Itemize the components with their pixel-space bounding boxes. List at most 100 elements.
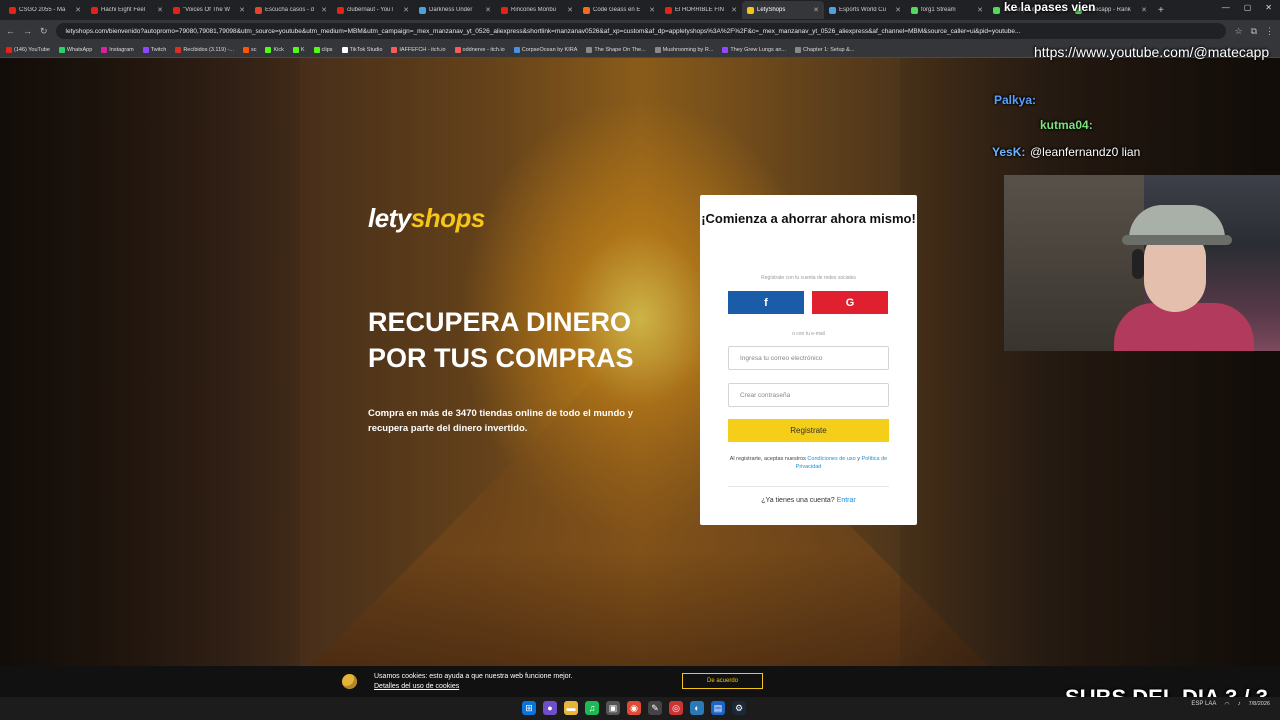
browser-tab[interactable]: clubernaut - YouT ✕ — [332, 1, 414, 19]
chat-user: kutma04: — [1040, 118, 1093, 132]
steam-icon[interactable]: ⚙ — [732, 701, 746, 715]
bookmark-favicon-icon — [242, 46, 249, 53]
tab-close-icon[interactable]: ✕ — [485, 6, 491, 14]
letyshops-logo[interactable]: letyshops — [368, 203, 485, 234]
back-icon[interactable]: ← — [6, 26, 15, 36]
tab-close-icon[interactable]: ✕ — [239, 6, 245, 14]
tab-close-icon[interactable]: ✕ — [813, 6, 819, 14]
browser-tab[interactable]: Hachi Eight Feel ✕ — [86, 1, 168, 19]
app-icon[interactable]: ▣ — [606, 701, 620, 715]
chat-app-icon[interactable]: ● — [543, 701, 557, 715]
browser-tab[interactable]: forg1 Stream ✕ — [906, 1, 988, 19]
cookie-icon — [342, 674, 357, 689]
tab-favicon-icon — [501, 6, 508, 14]
app-icon[interactable]: ✎ — [648, 701, 662, 715]
browser-tab[interactable]: Rincones Moribu ✕ — [496, 1, 578, 19]
bookmark-item[interactable]: TikTok Studio — [341, 46, 382, 53]
browser-tab[interactable]: "Voices Of The W ✕ — [168, 1, 250, 19]
hero-subline: Compra en más de 3470 tiendas online de … — [368, 408, 634, 434]
browser-tab[interactable]: Code Geass en E ✕ — [578, 1, 660, 19]
chat-user: Palkya: — [994, 93, 1037, 107]
bookmark-item[interactable]: Mushrooming by R... — [654, 46, 713, 53]
tab-close-icon[interactable]: ✕ — [75, 6, 81, 14]
tab-close-icon[interactable]: ✕ — [321, 6, 327, 14]
browser-tab[interactable]: El HORRIBLE FIN ✕ — [660, 1, 742, 19]
browser-tab[interactable]: Darkness Under ✕ — [414, 1, 496, 19]
bookmark-item[interactable]: They Grew Lungs an... — [722, 46, 786, 53]
social-note: Regístrate con tu cuenta de redes social… — [761, 275, 856, 281]
browser-tab[interactable]: Escucha casos - d ✕ — [250, 1, 332, 19]
tab-favicon-icon — [255, 6, 262, 14]
tab-close-icon[interactable]: ✕ — [895, 6, 901, 14]
system-tray: ESP LAA ◠ ♪ 7/8/2026 — [1191, 700, 1270, 708]
tab-close-icon[interactable]: ✕ — [567, 6, 573, 14]
bookmark-item[interactable]: oddnerve - itch.io — [454, 46, 505, 53]
hero-headline: RECUPERA DINERO POR TUS COMPRAS — [368, 307, 634, 373]
google-signup-button[interactable]: G — [812, 291, 888, 314]
browser-tab[interactable]: LetyShops ✕ — [742, 1, 824, 19]
bookmark-favicon-icon — [313, 46, 320, 53]
cookie-details-link[interactable]: Detalles del uso de cookies — [374, 682, 572, 692]
stream-chat-overlay: ke la pases vien https://www.youtube.com… — [978, 0, 1280, 170]
bookmark-item[interactable]: Chapter 1: Setup &... — [795, 46, 854, 53]
chrome-icon[interactable]: ◉ — [627, 701, 641, 715]
email-field[interactable] — [728, 346, 889, 370]
password-field[interactable] — [728, 383, 889, 407]
register-button[interactable]: Registrate — [728, 419, 889, 442]
spotify-icon[interactable]: ♫ — [585, 701, 599, 715]
bookmark-favicon-icon — [586, 46, 593, 53]
bookmark-item[interactable]: WhatsApp — [58, 46, 92, 53]
bookmark-favicon-icon — [265, 46, 272, 53]
bookmark-favicon-icon — [142, 46, 149, 53]
facebook-icon: f — [764, 296, 768, 309]
bookmark-item[interactable]: CorpseOcean by KIRA — [513, 46, 577, 53]
tab-close-icon[interactable]: ✕ — [649, 6, 655, 14]
cookie-accept-button[interactable]: De acuerdo — [682, 673, 763, 689]
signup-title: ¡Comienza a ahorrar ahora mismo! — [701, 211, 916, 226]
tab-favicon-icon — [583, 6, 590, 14]
tab-favicon-icon — [337, 6, 344, 14]
tab-favicon-icon — [9, 6, 16, 14]
app-icon[interactable]: ◐ — [690, 701, 704, 715]
app-icon[interactable]: ◎ — [669, 701, 683, 715]
bookmark-favicon-icon — [513, 46, 520, 53]
browser-tab[interactable]: Esports World Cu ✕ — [824, 1, 906, 19]
tab-favicon-icon — [665, 6, 672, 14]
bookmark-item[interactable]: Kick — [265, 46, 284, 53]
tab-close-icon[interactable]: ✕ — [157, 6, 163, 14]
tab-favicon-icon — [173, 6, 180, 14]
wifi-icon[interactable]: ◠ — [1224, 701, 1229, 708]
terms-text: Al registrarte, aceptas nuestros Condici… — [729, 456, 888, 470]
app-icon[interactable]: ▤ — [711, 701, 725, 715]
login-link[interactable]: Entrar — [837, 497, 856, 504]
terms-link[interactable]: Condiciones de uso — [807, 456, 855, 462]
clock[interactable]: 7/8/2026 — [1249, 700, 1270, 708]
reload-icon[interactable]: ↻ — [40, 26, 48, 37]
lang-indicator[interactable]: ESP LAA — [1191, 701, 1216, 707]
bookmark-item[interactable]: Instagram — [101, 46, 134, 53]
bookmark-item[interactable]: K — [292, 46, 305, 53]
windows-start-icon[interactable]: ⊞ — [522, 701, 536, 715]
forward-icon[interactable]: → — [23, 26, 32, 36]
bookmark-item[interactable]: (146) YouTube — [6, 46, 50, 53]
bookmark-favicon-icon — [795, 46, 802, 53]
bookmark-favicon-icon — [175, 46, 182, 53]
file-explorer-icon[interactable]: ▬ — [564, 701, 578, 715]
stream-url-overlay: https://www.youtube.com/@matecapp — [1034, 44, 1270, 60]
bookmark-favicon-icon — [722, 46, 729, 53]
bookmark-item[interactable]: Recibidos (3.119) -... — [175, 46, 234, 53]
bookmark-item[interactable]: The Shape On The... — [586, 46, 646, 53]
or-email-note: o con tu e-mail — [792, 331, 825, 337]
cookie-text: Usamos cookies: esto ayuda a que nuestra… — [374, 673, 573, 692]
bookmark-item[interactable]: sc — [242, 46, 256, 53]
tab-close-icon[interactable]: ✕ — [731, 6, 737, 14]
bookmark-item[interactable]: clips — [313, 46, 333, 53]
tab-favicon-icon — [911, 6, 918, 14]
facebook-signup-button[interactable]: f — [728, 291, 804, 314]
volume-icon[interactable]: ♪ — [1238, 701, 1241, 707]
google-icon: G — [845, 296, 855, 309]
bookmark-item[interactable]: Twitch — [142, 46, 166, 53]
tab-close-icon[interactable]: ✕ — [403, 6, 409, 14]
browser-tab[interactable]: CSGO 2055 - Ma ✕ — [4, 1, 86, 19]
bookmark-item[interactable]: IAFFEFCH - itch.io — [391, 46, 446, 53]
